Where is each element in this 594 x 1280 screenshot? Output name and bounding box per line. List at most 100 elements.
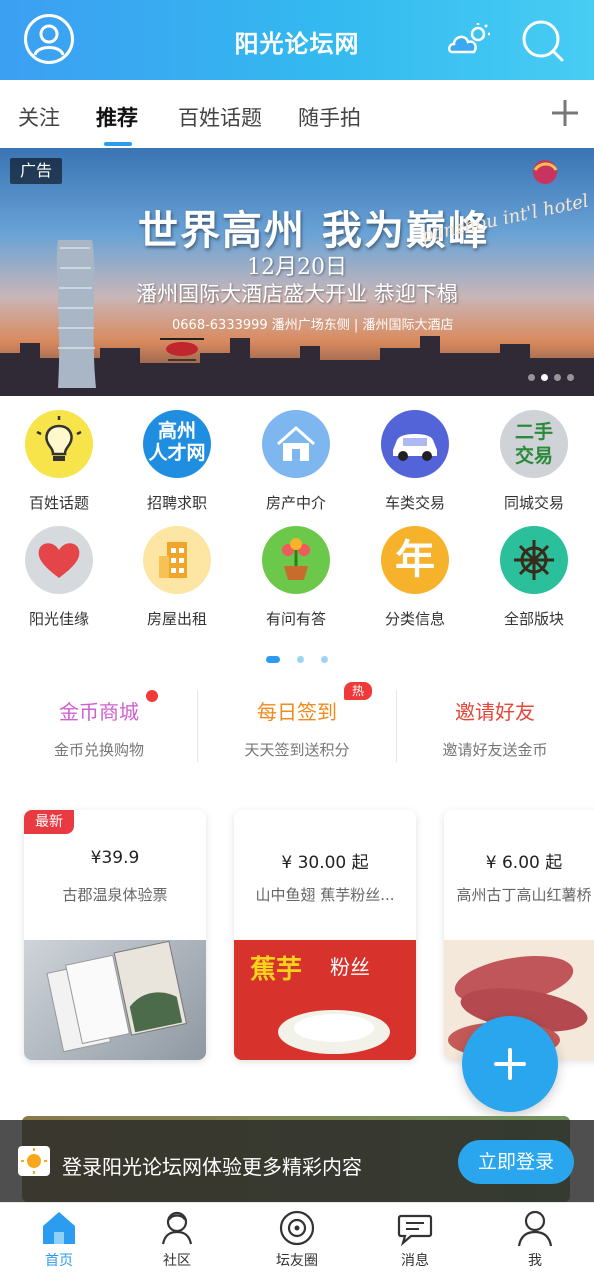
flower-pot-icon	[262, 526, 330, 594]
profile-icon	[517, 1210, 553, 1247]
nav-community[interactable]: 社区	[118, 1206, 236, 1278]
login-prompt-text: 登录阳光论坛网体验更多精彩内容	[62, 1155, 362, 1179]
product-name: 古郡温泉体验票	[62, 886, 168, 904]
daily-checkin-button[interactable]: 每日签到 天天签到送积分	[198, 696, 396, 766]
grid-item-secondhand[interactable]: 二手 交易 同城交易	[475, 410, 593, 520]
qa-subtitle: 金币兑换购物	[53, 741, 144, 759]
banner-contact: 0668-6333999 潘州广场东侧 | 潘州国际大酒店	[172, 318, 454, 333]
banner-pagination	[528, 366, 580, 385]
hot-badge: 热	[344, 682, 372, 700]
banner-dot	[554, 374, 561, 381]
lightbulb-icon	[25, 410, 93, 478]
qa-title: 每日签到	[257, 700, 337, 724]
qa-title: 金币商城	[59, 700, 139, 724]
grid-item-topics[interactable]: 百姓话题	[0, 410, 118, 520]
grid-item-cars[interactable]: 车类交易	[356, 410, 474, 520]
grid-item-all-sections[interactable]: 全部版块	[475, 526, 593, 636]
year-icon-text: 年	[395, 537, 435, 583]
building-icon	[143, 526, 211, 594]
plus-icon[interactable]	[548, 96, 582, 130]
grid-label: 同城交易	[503, 494, 564, 512]
svg-text:蕉芋: 蕉芋	[250, 955, 302, 985]
grid-item-realestate[interactable]: 房产中介	[237, 410, 355, 520]
tab-snapshots[interactable]: 随手拍	[298, 102, 361, 132]
grid-dot	[297, 656, 304, 663]
nav-home[interactable]: 首页	[0, 1206, 118, 1278]
nav-label: 我	[528, 1253, 542, 1269]
product-image	[24, 940, 206, 1060]
page-title: 阳光论坛网	[234, 30, 360, 58]
product-card[interactable]: ¥39.9 古郡温泉体验票	[24, 810, 206, 1060]
product-image: 蕉芋 粉丝	[234, 940, 416, 1060]
invite-friends-button[interactable]: 邀请好友 邀请好友送金币	[396, 696, 594, 766]
nav-label: 首页	[45, 1253, 73, 1269]
grid-dot	[321, 656, 328, 663]
banner-dot-active	[541, 374, 548, 381]
login-button[interactable]: 立即登录	[458, 1140, 574, 1184]
community-icon	[161, 1211, 193, 1245]
gold-mall-button[interactable]: 金币商城 金币兑换购物	[0, 696, 198, 766]
banner-subline: 潘州国际大酒店盛大开业 恭迎下榻	[136, 282, 458, 306]
weather-cloud-sun-icon[interactable]	[446, 22, 492, 58]
tab-follow[interactable]: 关注	[18, 102, 60, 132]
grid-label: 招聘求职	[146, 494, 207, 512]
year-icon: 年	[381, 526, 449, 594]
notification-dot	[146, 690, 158, 702]
nav-label: 坛友圈	[276, 1253, 318, 1269]
home-icon	[43, 1212, 75, 1244]
qa-subtitle: 天天签到送积分	[244, 741, 350, 759]
product-name: 山中鱼翅 蕉芋粉丝...	[255, 886, 395, 904]
tab-topics[interactable]: 百姓话题	[178, 102, 262, 132]
grid-item-rental[interactable]: 房屋出租	[118, 526, 236, 636]
search-icon[interactable]	[520, 18, 566, 64]
grid-dot-active	[266, 656, 280, 663]
svg-text:粉丝: 粉丝	[330, 955, 370, 979]
grid-label: 全部版块	[503, 610, 564, 628]
new-tag: 最新	[24, 810, 74, 834]
sun-logo-icon	[18, 1146, 50, 1176]
talent-network-icon: 高州 人才网	[143, 410, 211, 478]
nav-label: 社区	[163, 1253, 191, 1269]
grid-label: 房屋出租	[146, 610, 207, 628]
grid-item-qa[interactable]: 有问有答	[237, 526, 355, 636]
qa-subtitle: 邀请好友送金币	[442, 741, 548, 759]
tab-bar: 关注 推荐 百姓话题 随手拍	[0, 80, 594, 148]
tab-recommend[interactable]: 推荐	[96, 102, 138, 132]
qa-title: 邀请好友	[455, 700, 535, 724]
secondhand-icon: 二手 交易	[500, 410, 568, 478]
nav-messages[interactable]: 消息	[356, 1206, 474, 1278]
grid-label: 房产中介	[265, 494, 326, 512]
app-screen: 阳光论坛网 关注 推荐 百姓话题 随手拍 0668-6333999 潘州广场东侧…	[0, 0, 594, 1280]
grid-label: 车类交易	[384, 494, 445, 512]
nav-friend-circle[interactable]: 坛友圈	[238, 1206, 356, 1278]
plus-icon	[494, 1048, 526, 1080]
grid-label: 百姓话题	[28, 494, 89, 512]
product-card[interactable]: ¥ 30.00 起 山中鱼翅 蕉芋粉丝... 蕉芋 粉丝	[234, 810, 416, 1060]
grid-item-dating[interactable]: 阳光佳缘	[0, 526, 118, 636]
car-icon	[381, 410, 449, 478]
create-post-button[interactable]	[462, 1016, 558, 1112]
banner-date: 12月20日	[247, 255, 347, 280]
banner-dot	[528, 374, 535, 381]
talent-icon-text: 高州 人才网	[148, 420, 206, 464]
product-price: ¥ 30.00 起	[281, 853, 369, 873]
grid-label: 有问有答	[265, 610, 326, 628]
ad-label: 广告	[10, 158, 62, 184]
heart-icon	[25, 526, 93, 594]
circle-friends-icon	[279, 1210, 315, 1246]
grid-label: 分类信息	[384, 610, 445, 628]
banner-dot	[567, 374, 574, 381]
house-icon	[262, 410, 330, 478]
grid-item-classifieds[interactable]: 年 分类信息	[356, 526, 474, 636]
secondhand-icon-text: 二手 交易	[514, 421, 553, 467]
grid-pagination	[266, 648, 345, 667]
grid-item-jobs[interactable]: 高州 人才网 招聘求职	[118, 410, 236, 520]
message-icon	[397, 1214, 433, 1247]
nav-label: 消息	[401, 1253, 429, 1269]
helm-wheel-icon	[500, 526, 568, 594]
nav-me[interactable]: 我	[476, 1206, 594, 1278]
product-price: ¥39.9	[90, 848, 140, 868]
product-name: 高州古丁高山红薯桥	[456, 886, 592, 904]
top-header: 阳光论坛网	[0, 0, 594, 80]
product-price: ¥ 6.00 起	[485, 853, 563, 873]
